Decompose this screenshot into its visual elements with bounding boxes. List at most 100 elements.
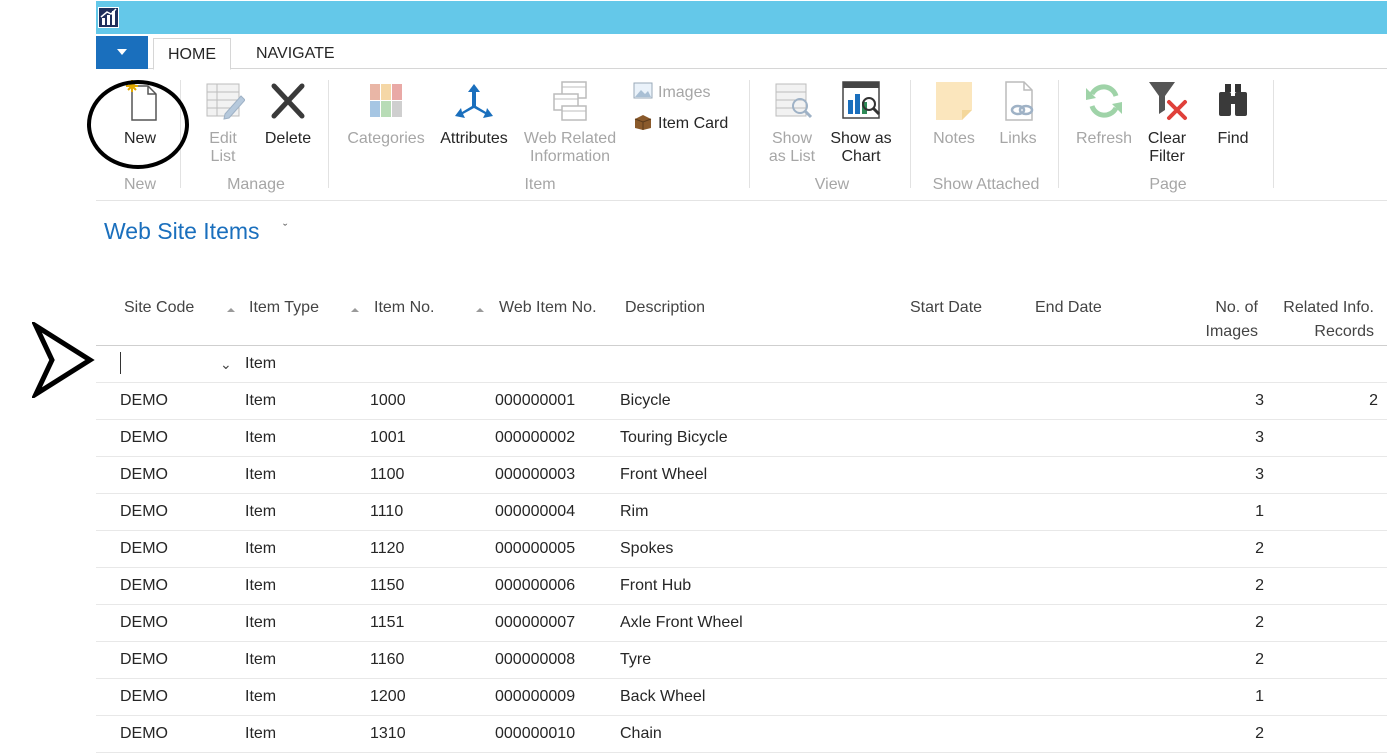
no-images-line1: No. of: [1215, 299, 1258, 316]
web-related-information-button[interactable]: Web Related Information: [520, 78, 620, 166]
item-card-label: Item Card: [658, 115, 729, 132]
table-row[interactable]: DEMO Item 1160 000000008 Tyre 2: [96, 642, 1387, 679]
cell-no-of-images: 1: [1255, 503, 1264, 520]
categories-button-label: Categories: [347, 130, 425, 147]
cell-description: Bicycle: [620, 392, 671, 409]
notes-button-label: Notes: [933, 130, 975, 147]
table-row[interactable]: DEMO Item 1000 000000001 Bicycle 3 2: [96, 383, 1387, 420]
table-row[interactable]: DEMO Item 1110 000000004 Rim 1: [96, 494, 1387, 531]
cell-site-code[interactable]: DEMO: [120, 457, 168, 493]
column-header-web-item-no[interactable]: Web Item No.: [499, 296, 597, 320]
notes-button[interactable]: Notes: [926, 78, 982, 148]
table-row[interactable]: DEMO Item 1100 000000003 Front Wheel 3: [96, 457, 1387, 494]
categories-button[interactable]: Categories: [344, 78, 428, 148]
delete-button-label: Delete: [264, 130, 312, 147]
ribbon-separator: [910, 80, 911, 188]
attributes-button-label: Attributes: [440, 130, 508, 147]
cell-site-code[interactable]: DEMO: [120, 642, 168, 678]
item-card-button[interactable]: Item Card: [633, 113, 728, 134]
web-related-line2: Information: [529, 148, 611, 165]
column-header-end-date[interactable]: End Date: [1035, 296, 1102, 320]
item-card-icon: [633, 113, 653, 131]
table-row[interactable]: DEMO Item 1310 000000010 Chain 2: [96, 716, 1387, 753]
delete-x-icon: [266, 78, 310, 124]
cell-item-no[interactable]: 1000: [370, 383, 406, 419]
cell-item-no[interactable]: 1110: [370, 494, 403, 530]
cell-item-no[interactable]: 1151: [370, 605, 404, 641]
show-chart-line1: Show as: [830, 130, 892, 147]
cell-site-code[interactable]: DEMO: [120, 605, 168, 641]
column-header-no-of-images[interactable]: No. of Images: [1186, 296, 1258, 344]
cell-web-item-no: 000000006: [495, 577, 576, 594]
cell-no-of-images: 3: [1255, 429, 1264, 446]
notes-icon: [932, 78, 976, 124]
cell-description: Back Wheel: [620, 688, 706, 705]
column-header-site-code[interactable]: Site Code: [124, 296, 194, 320]
clear-filter-button[interactable]: Clear Filter: [1142, 78, 1192, 166]
cell-no-of-images: 2: [1255, 577, 1264, 594]
attributes-button[interactable]: Attributes: [434, 78, 514, 148]
edit-list-icon: [201, 78, 246, 124]
new-record-row[interactable]: ⌄ Item: [96, 346, 1387, 383]
cell-site-code[interactable]: DEMO: [120, 679, 168, 715]
cell-no-of-images: 2: [1255, 614, 1264, 631]
refresh-button[interactable]: Refresh: [1072, 78, 1136, 148]
cell-item-no[interactable]: 1150: [370, 568, 404, 604]
show-as-chart-button[interactable]: Show as Chart: [826, 78, 896, 166]
column-header-start-date[interactable]: Start Date: [910, 296, 982, 320]
cell-item-no[interactable]: 1160: [370, 642, 404, 678]
group-label-view: View: [814, 176, 850, 193]
cell-site-code[interactable]: DEMO: [120, 531, 168, 567]
table-row[interactable]: DEMO Item 1151 000000007 Axle Front Wheel 2: [96, 605, 1387, 642]
cell-web-item-no: 000000002: [495, 429, 576, 446]
cell-item-no[interactable]: 1310: [370, 716, 406, 752]
cell-item-no[interactable]: 1001: [370, 420, 406, 456]
edit-list-button[interactable]: Edit List: [198, 78, 248, 166]
find-button[interactable]: Find: [1208, 78, 1258, 148]
table-row[interactable]: DEMO Item 1150 000000006 Front Hub 2: [96, 568, 1387, 605]
table-row[interactable]: DEMO Item 1120 000000005 Spokes 2: [96, 531, 1387, 568]
page-title[interactable]: Web Site Items: [104, 218, 260, 245]
cell-item-type: Item: [245, 688, 277, 705]
group-label-manage: Manage: [227, 176, 285, 193]
cell-item-no[interactable]: 1200: [370, 679, 406, 715]
group-label-new: New: [123, 176, 156, 193]
column-header-related-info-records[interactable]: Related Info. Records: [1266, 296, 1374, 344]
cell-site-code[interactable]: DEMO: [120, 568, 168, 604]
cell-no-of-images: 2: [1255, 540, 1264, 557]
cell-site-code[interactable]: DEMO: [120, 420, 168, 456]
tab-navigate[interactable]: NAVIGATE: [242, 38, 349, 70]
cell-description: Spokes: [620, 540, 674, 557]
cell-site-code[interactable]: DEMO: [120, 383, 168, 419]
column-header-item-type[interactable]: Item Type: [249, 296, 319, 320]
cell-web-item-no: 000000010: [495, 725, 576, 742]
show-as-list-button[interactable]: Show as List: [764, 78, 820, 166]
new-button[interactable]: New: [110, 78, 170, 148]
clear-filter-icon: [1145, 78, 1189, 124]
cell-web-item-no: 000000004: [495, 503, 576, 520]
cell-web-item-no: 000000001: [495, 392, 576, 409]
table-row[interactable]: DEMO Item 1200 000000009 Back Wheel 1: [96, 679, 1387, 716]
delete-button[interactable]: Delete: [260, 78, 316, 148]
refresh-button-label: Refresh: [1075, 130, 1133, 147]
cell-item-no[interactable]: 1100: [370, 457, 404, 493]
sort-indicator-icon: [476, 308, 484, 312]
page-title-dropdown-icon[interactable]: ˇ: [283, 221, 287, 236]
cell-site-code[interactable]: DEMO: [120, 494, 168, 530]
row-pointer-arrow-icon: [32, 322, 95, 398]
images-button[interactable]: Images: [633, 82, 710, 103]
tab-home[interactable]: HOME: [153, 38, 231, 70]
links-button[interactable]: Links: [992, 78, 1044, 148]
column-header-description[interactable]: Description: [625, 296, 705, 320]
cell-site-code[interactable]: DEMO: [120, 716, 168, 752]
new-row-item-type[interactable]: Item: [245, 346, 276, 382]
chevron-down-icon[interactable]: ⌄: [220, 346, 232, 382]
application-menu-button[interactable]: [96, 36, 148, 69]
cell-item-no[interactable]: 1120: [370, 531, 404, 567]
column-header-item-no[interactable]: Item No.: [374, 296, 434, 320]
cell-item-type: Item: [245, 651, 277, 668]
site-code-input-cursor[interactable]: [120, 352, 121, 374]
categories-icon: [364, 78, 408, 124]
no-images-line2: Images: [1205, 323, 1258, 340]
table-row[interactable]: DEMO Item 1001 000000002 Touring Bicycle 3: [96, 420, 1387, 457]
